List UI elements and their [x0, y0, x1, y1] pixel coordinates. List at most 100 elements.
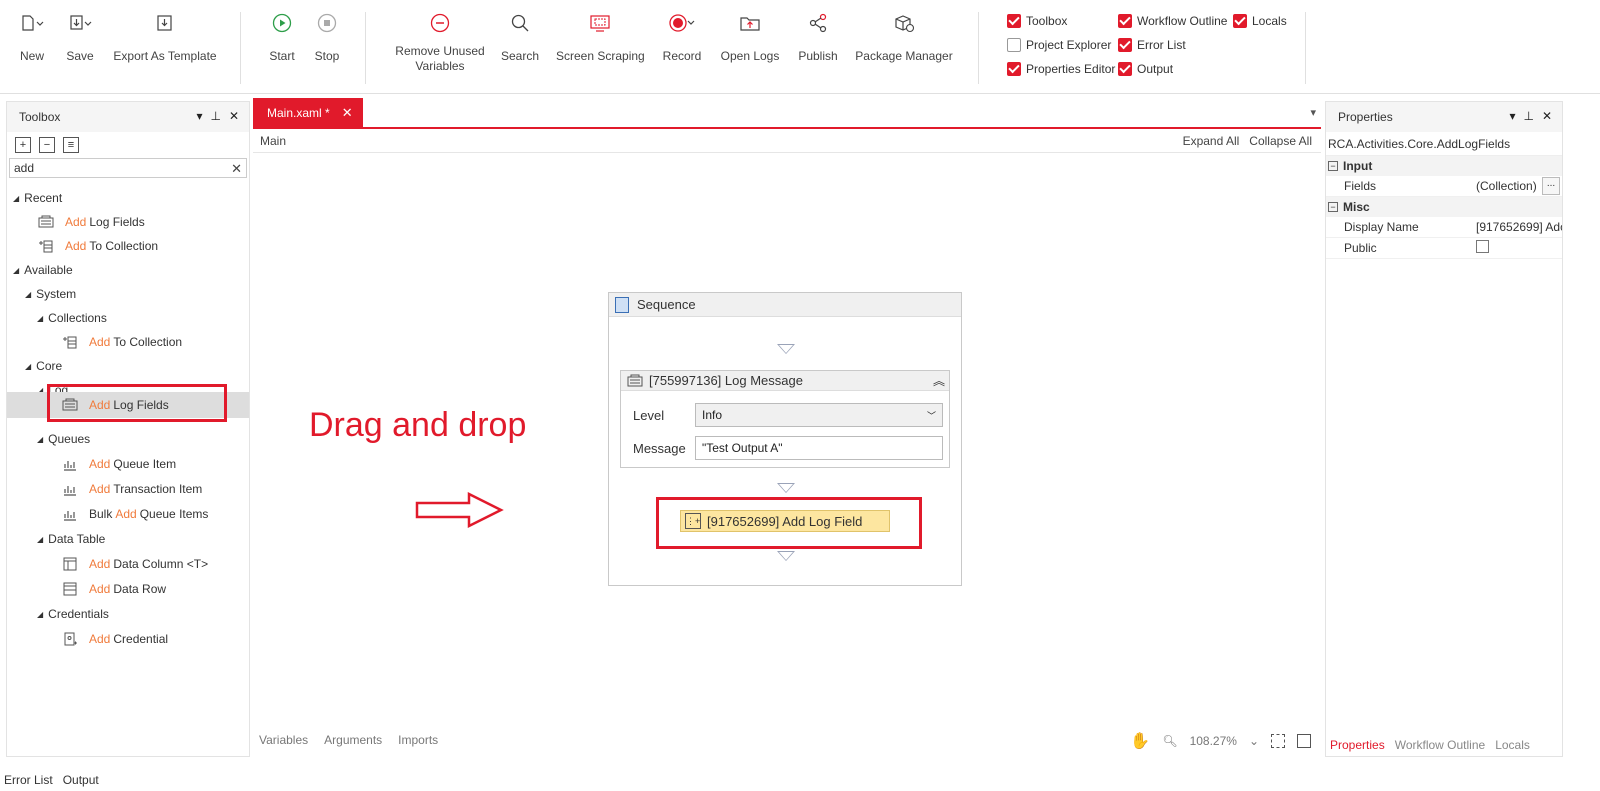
ellipsis-button[interactable]: ...	[1542, 177, 1560, 195]
toggle-error-list[interactable]: Error List	[1118, 38, 1186, 52]
ribbon-separator	[240, 12, 241, 84]
toggle-project-explorer[interactable]: Project Explorer	[1007, 38, 1111, 52]
fit-to-screen-icon[interactable]	[1271, 734, 1285, 748]
tab-properties[interactable]: Properties	[1330, 738, 1385, 752]
tree-item-recent-add-log-fields[interactable]: Add Log Fields	[37, 210, 145, 234]
message-input[interactable]: "Test Output A"	[695, 436, 943, 460]
pin-icon[interactable]: ⊥	[210, 109, 220, 123]
toggle-workflow-outline[interactable]: Workflow Outline	[1118, 14, 1227, 28]
zoom-dropdown-icon[interactable]: ⌄	[1249, 734, 1259, 748]
checkbox-checked-icon[interactable]	[1007, 14, 1021, 28]
screen-scraping-button[interactable]: Screen Scraping	[556, 10, 645, 64]
hand-pan-icon[interactable]: ✋	[1130, 731, 1150, 751]
log-message-activity[interactable]: [755997136] Log Message ︽ Level Info ﹀ M…	[620, 370, 950, 468]
checkbox-checked-icon[interactable]	[1118, 14, 1132, 28]
ribbon-separator	[365, 12, 366, 84]
export-template-button[interactable]: Export As Template	[113, 10, 217, 64]
drop-target-icon[interactable]	[777, 551, 795, 561]
toolbox-tree: ◢ Recent Add Log Fields Add To Collection ◢…	[7, 186, 249, 746]
collapse-icon[interactable]: ︽	[933, 372, 945, 389]
close-icon[interactable]: ✕	[1542, 109, 1552, 123]
drop-target-icon[interactable]	[777, 483, 795, 493]
tree-item-add-credential[interactable]: Add Credential	[61, 627, 168, 651]
tree-item-add-transaction-item[interactable]: Add Transaction Item	[61, 477, 202, 501]
checkbox-checked-icon[interactable]	[1118, 38, 1132, 52]
message-row: Message "Test Output A"	[633, 436, 943, 460]
start-button[interactable]: Start	[266, 10, 298, 64]
variables-tab[interactable]: Variables	[259, 733, 308, 747]
collection-activity-icon	[61, 334, 79, 350]
tree-group-data-table[interactable]: ◢ Data Table	[37, 527, 105, 551]
checkbox-unchecked-icon[interactable]	[1007, 38, 1021, 52]
tree-item-add-queue-item[interactable]: Add Queue Item	[61, 452, 176, 476]
checkbox-checked-icon[interactable]	[1118, 62, 1132, 76]
tree-group-system[interactable]: ◢ System	[25, 282, 76, 306]
zoom-icon[interactable]: 🔍︎	[1162, 734, 1177, 748]
arguments-tab[interactable]: Arguments	[324, 733, 382, 747]
tree-item-recent-add-to-collection[interactable]: Add To Collection	[37, 234, 158, 258]
stop-button[interactable]: Stop	[311, 10, 343, 64]
public-checkbox[interactable]	[1476, 240, 1489, 253]
list-view-icon[interactable]: ≡	[63, 137, 79, 153]
new-button[interactable]: New	[14, 10, 50, 64]
tab-overflow-icon[interactable]: ▾	[1310, 106, 1316, 119]
expanded-arrow-icon: ◢	[37, 609, 44, 619]
add-log-field-activity[interactable]: ⋮+ [917652699] Add Log Field	[680, 510, 890, 532]
toolbox-search-input[interactable]: add ✕	[9, 158, 247, 178]
tree-group-credentials[interactable]: ◢ Credentials	[37, 602, 109, 626]
pin-icon[interactable]: ⊥	[1523, 109, 1533, 123]
toggle-toolbox[interactable]: Toolbox	[1007, 14, 1067, 28]
tab-workflow-outline[interactable]: Workflow Outline	[1395, 738, 1485, 752]
toggle-output[interactable]: Output	[1118, 62, 1173, 76]
collapse-all-link[interactable]: Collapse All	[1249, 134, 1312, 148]
toggle-properties-editor[interactable]: Properties Editor	[1007, 62, 1115, 76]
record-button[interactable]: Record	[662, 10, 702, 64]
tree-item-add-data-row[interactable]: Add Data Row	[61, 577, 166, 601]
queue-activity-icon	[61, 456, 79, 472]
zoom-level[interactable]: 108.27%	[1190, 734, 1237, 748]
collapse-all-icon[interactable]: −	[39, 137, 55, 153]
drop-target-icon[interactable]	[777, 344, 795, 354]
ribbon: New Save Export As Template Start Stop R…	[0, 0, 1600, 94]
tab-output[interactable]: Output	[63, 773, 99, 787]
tree-item-bulk-add-queue-items[interactable]: Bulk Add Queue Items	[61, 502, 208, 526]
collapse-category-icon[interactable]: −	[1328, 161, 1338, 171]
tree-group-available[interactable]: ◢ Available	[13, 258, 73, 282]
expand-all-link[interactable]: Expand All	[1183, 134, 1240, 148]
log-message-header: [755997136] Log Message ︽	[621, 371, 949, 391]
tab-locals[interactable]: Locals	[1495, 738, 1530, 752]
tree-item-add-to-collection[interactable]: Add To Collection	[61, 330, 182, 354]
sequence-activity[interactable]: Sequence [755997136] Log Message ︽ Level…	[608, 292, 962, 586]
category-input[interactable]: − Input	[1326, 156, 1562, 176]
tree-item-add-data-column[interactable]: Add Data Column <T>	[61, 552, 208, 576]
imports-tab[interactable]: Imports	[398, 733, 438, 747]
close-tab-icon[interactable]: ✕	[342, 105, 353, 121]
tree-group-queues[interactable]: ◢ Queues	[37, 427, 90, 451]
open-logs-button[interactable]: Open Logs	[718, 10, 782, 64]
level-select[interactable]: Info ﹀	[695, 403, 943, 427]
tab-error-list[interactable]: Error List	[4, 773, 53, 787]
package-manager-button[interactable]: Package Manager	[852, 10, 956, 64]
dropdown-arrow-icon[interactable]: ▾	[1509, 109, 1515, 123]
save-button[interactable]: Save	[62, 10, 98, 64]
collapse-category-icon[interactable]: −	[1328, 202, 1338, 212]
tree-group-collections[interactable]: ◢ Collections	[37, 306, 107, 330]
expand-all-icon[interactable]: +	[15, 137, 31, 153]
chevron-down-icon: ﹀	[926, 411, 936, 421]
remove-unused-variables-button[interactable]: Remove Unused Variables	[390, 10, 490, 74]
overview-icon[interactable]	[1297, 734, 1311, 748]
category-misc[interactable]: − Misc	[1326, 197, 1562, 217]
display-name-input[interactable]: [917652699] Adc	[1476, 220, 1562, 234]
toggle-locals[interactable]: Locals	[1233, 14, 1287, 28]
checkbox-checked-icon[interactable]	[1007, 62, 1021, 76]
clear-search-icon[interactable]: ✕	[231, 161, 242, 177]
checkbox-checked-icon[interactable]	[1233, 14, 1247, 28]
publish-button[interactable]: Publish	[796, 10, 840, 64]
stop-icon	[311, 10, 343, 36]
close-icon[interactable]: ✕	[229, 109, 239, 123]
tree-group-core[interactable]: ◢ Core	[25, 354, 62, 378]
tab-main-xaml[interactable]: Main.xaml * ✕	[253, 98, 363, 127]
search-button[interactable]: Search	[500, 10, 540, 64]
tree-group-recent[interactable]: ◢ Recent	[13, 186, 62, 210]
dropdown-arrow-icon[interactable]: ▾	[196, 109, 202, 123]
